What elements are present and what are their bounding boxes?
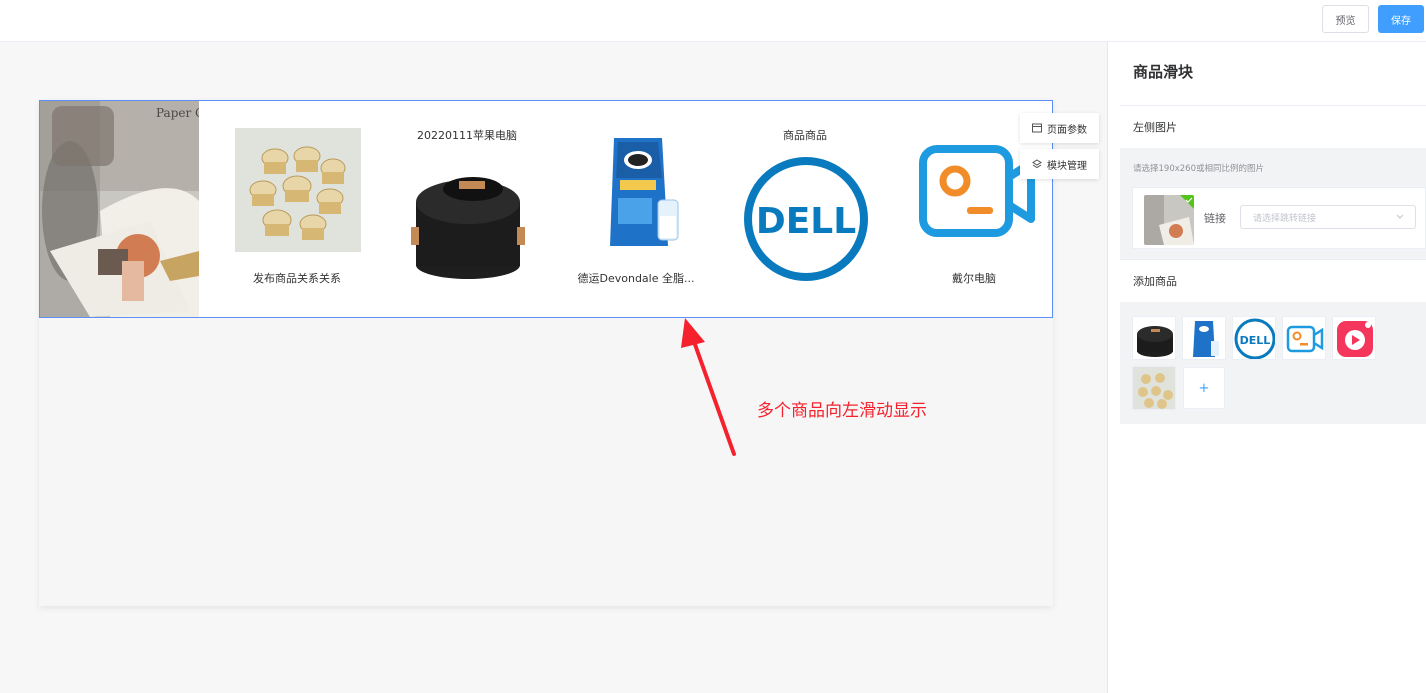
- link-label: 链接: [1204, 212, 1226, 225]
- page-icon: [1032, 123, 1042, 133]
- goods-thumb-rice-cooker[interactable]: [1132, 316, 1176, 360]
- panel-divider: [1107, 42, 1120, 693]
- preview-button[interactable]: 预览: [1322, 5, 1369, 33]
- product-name: 戴尔电脑: [952, 272, 996, 285]
- left-image-section: 请选择190x260或相同比例的图片 链接 请选择跳转链接: [1120, 148, 1426, 259]
- settings-panel: 商品滑块 左侧图片 请选择190x260或相同比例的图片 链接 请选择跳转链接: [1120, 42, 1426, 693]
- link-select[interactable]: 请选择跳转链接: [1240, 205, 1416, 229]
- goods-thumb-app-icon[interactable]: [1332, 316, 1376, 360]
- product-name: 发布商品关系关系: [253, 272, 341, 285]
- product-image: [574, 128, 700, 252]
- product-name: 德运Devondale 全脂...: [577, 272, 695, 285]
- page-params-label: 页面参数: [1047, 124, 1087, 136]
- banner-image-text: Paper C: [156, 106, 199, 120]
- video-camera-icon: [919, 145, 1035, 237]
- link-select-placeholder: 请选择跳转链接: [1253, 213, 1317, 224]
- goods-thumb-video-camera[interactable]: [1282, 316, 1326, 360]
- product-name: 20220111苹果电脑: [417, 129, 517, 142]
- module-manage-button[interactable]: 模块管理: [1020, 149, 1099, 179]
- annotation-arrow-icon: [681, 318, 736, 456]
- save-button[interactable]: 保存: [1378, 5, 1424, 33]
- left-image-section-heading: 左侧图片: [1120, 105, 1426, 147]
- left-banner-image: Paper C: [40, 101, 199, 317]
- dell-logo-image: DELL: [743, 147, 869, 283]
- add-goods-section-heading: 添加商品: [1120, 259, 1426, 301]
- slider-product-item[interactable]: 20220111苹果电脑: [392, 101, 542, 317]
- annotation-text: 多个商品向左滑动显示: [757, 401, 927, 421]
- chevron-down-icon: [1395, 211, 1405, 221]
- selected-image-thumbnail[interactable]: [1144, 195, 1194, 245]
- panel-title: 商品滑块: [1133, 63, 1194, 81]
- goods-thumb-ice-cream[interactable]: [1132, 366, 1176, 410]
- left-image-row: 链接 请选择跳转链接: [1132, 187, 1426, 249]
- slider-product-item[interactable]: 德运Devondale 全脂...: [561, 101, 711, 317]
- goods-thumb-milk-powder[interactable]: [1182, 316, 1226, 360]
- add-goods-button[interactable]: +: [1183, 367, 1225, 409]
- top-toolbar: 预览 保存: [0, 0, 1426, 42]
- product-slider-module[interactable]: Paper C 发布商品关系关系 20220111苹果电脑: [39, 100, 1053, 318]
- layers-icon: [1032, 159, 1042, 169]
- product-image: [405, 147, 531, 283]
- svg-text:DELL: DELL: [1240, 334, 1271, 347]
- page-params-button[interactable]: 页面参数: [1020, 113, 1099, 143]
- product-name: 商品商品: [783, 129, 827, 142]
- product-image: [235, 128, 361, 252]
- slider-product-item[interactable]: 商品商品 DELL: [730, 101, 880, 317]
- goods-thumb-dell[interactable]: DELL: [1232, 316, 1276, 360]
- slider-product-item[interactable]: 发布商品关系关系: [222, 101, 372, 317]
- svg-text:DELL: DELL: [756, 201, 856, 242]
- image-size-hint: 请选择190x260或相同比例的图片: [1133, 164, 1264, 174]
- goods-section: DELL +: [1120, 302, 1426, 424]
- module-manage-label: 模块管理: [1047, 160, 1087, 172]
